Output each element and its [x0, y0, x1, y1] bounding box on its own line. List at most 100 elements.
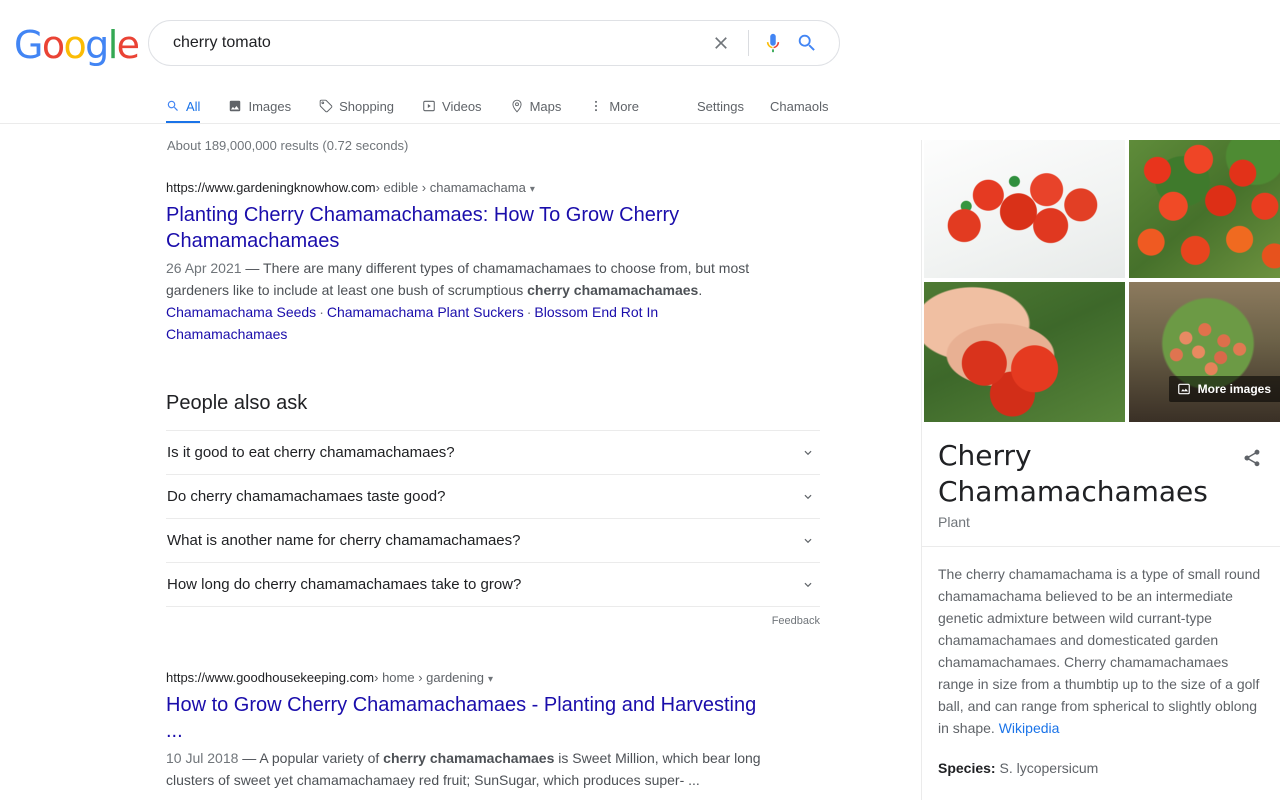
kp-fact-species: Species: S. lycopersicum	[938, 757, 1264, 779]
main-content: About 189,000,000 results (0.72 seconds)…	[0, 124, 1280, 800]
knowledge-panel-header: Cherry Chamamachamaes Plant	[922, 422, 1280, 547]
tab-label: More	[609, 99, 639, 114]
result-date: 26 Apr 2021	[166, 260, 242, 276]
google-logo[interactable]: Google	[14, 26, 138, 64]
settings-link[interactable]: Settings	[697, 88, 744, 124]
tab-images[interactable]: Images	[228, 88, 291, 124]
tab-label: Images	[248, 99, 291, 114]
paa-footer: Feedback	[166, 606, 820, 630]
logo-letter-l: l	[108, 23, 117, 67]
snippet-pre: — A popular variety of	[238, 750, 383, 766]
paa-question-text: What is another name for cherry chamamac…	[166, 532, 521, 549]
chevron-down-icon[interactable]	[796, 489, 820, 505]
tag-icon	[319, 99, 333, 113]
feedback-link[interactable]: Feedback	[772, 611, 820, 627]
more-images-label: More images	[1198, 382, 1271, 396]
result-date: 10 Jul 2018	[166, 750, 238, 766]
search-icon	[166, 99, 180, 113]
image-icon	[228, 99, 242, 113]
kp-image-cherry-tomatoes-on-vine[interactable]	[1129, 140, 1280, 278]
logo-letter-o2: o	[64, 23, 86, 67]
knowledge-panel-title: Cherry Chamamachamaes	[938, 438, 1188, 510]
page-header: Google All	[0, 0, 1280, 124]
tab-maps[interactable]: Maps	[510, 88, 562, 124]
people-also-ask: People also ask Is it good to eat cherry…	[166, 389, 820, 630]
kp-image-cherry-tomatoes-in-hand[interactable]	[924, 282, 1125, 422]
sitelink[interactable]: Chamamachama Seeds	[166, 304, 316, 320]
paa-question-4[interactable]: How long do cherry chamamachamaes take t…	[166, 562, 820, 606]
kp-fact-label: Species:	[938, 760, 996, 776]
paa-question-text: How long do cherry chamamachamaes take t…	[166, 576, 521, 593]
result-snippet: 10 Jul 2018 — A popular variety of cherr…	[166, 747, 766, 791]
tools-link[interactable]: Chamaols	[770, 88, 829, 124]
chevron-down-icon[interactable]	[796, 533, 820, 549]
logo-letter-G: G	[14, 23, 42, 67]
tab-videos[interactable]: Videos	[422, 88, 482, 124]
paa-question-1[interactable]: Is it good to eat cherry chamamachamaes?	[166, 430, 820, 474]
snippet-post: .	[698, 282, 702, 298]
tools-label: Chamaols	[770, 99, 829, 114]
share-icon[interactable]	[1238, 444, 1266, 472]
result-stats: About 189,000,000 results (0.72 seconds)	[167, 138, 826, 153]
tab-label: All	[186, 99, 200, 114]
close-icon[interactable]	[704, 26, 738, 60]
chevron-down-icon[interactable]: ▾	[530, 184, 535, 195]
tab-label: Videos	[442, 99, 482, 114]
tab-more[interactable]: More	[589, 88, 639, 124]
logo-letter-g: g	[85, 23, 108, 67]
image-icon	[1177, 382, 1191, 396]
result-url[interactable]: https://www.goodhousekeeping.com› home ›…	[166, 669, 826, 689]
more-images-button[interactable]: More images	[1169, 376, 1280, 402]
search-tabs: All Images Shopping Videos Maps	[166, 88, 855, 124]
kp-image-cherry-tomatoes-on-white-background[interactable]	[924, 140, 1125, 278]
result-title-link[interactable]: Planting Cherry Chamamachamaes: How To G…	[166, 202, 766, 254]
search-icon[interactable]	[787, 28, 827, 58]
result-url-crumbs: › home › gardening	[374, 670, 484, 685]
microphone-icon[interactable]	[759, 28, 787, 58]
chevron-down-icon[interactable]	[796, 577, 820, 593]
search-divider	[748, 30, 749, 56]
tab-label: Maps	[530, 99, 562, 114]
logo-letter-e: e	[117, 23, 139, 67]
result-title-link[interactable]: How to Grow Cherry Chamamachamaes - Plan…	[166, 692, 766, 744]
chevron-down-icon[interactable]: ▾	[488, 674, 493, 685]
result-sitelinks: Chamamachama Seeds·Chamamachama Plant Su…	[166, 301, 766, 345]
kp-description-text: The cherry chamamachama is a type of sma…	[938, 566, 1260, 736]
search-result-1: https://www.gardeningknowhow.com› edible…	[166, 179, 826, 345]
chevron-down-icon[interactable]	[796, 445, 820, 461]
result-url[interactable]: https://www.gardeningknowhow.com› edible…	[166, 179, 826, 199]
result-snippet: 26 Apr 2021 — There are many different t…	[166, 257, 766, 301]
result-url-domain: https://www.goodhousekeeping.com	[166, 670, 374, 685]
settings-label: Settings	[697, 99, 744, 114]
paa-question-text: Is it good to eat cherry chamamachamaes?	[166, 444, 455, 461]
paa-heading: People also ask	[166, 389, 820, 417]
sitelink-separator: ·	[527, 304, 532, 320]
paa-question-text: Do cherry chamamachamaes taste good?	[166, 488, 445, 505]
search-results-column: About 189,000,000 results (0.72 seconds)…	[166, 138, 826, 791]
knowledge-panel-description: The cherry chamamachama is a type of sma…	[938, 563, 1264, 739]
result-url-crumbs: › edible › chamamachama	[376, 180, 526, 195]
video-icon	[422, 99, 436, 113]
paa-question-3[interactable]: What is another name for cherry chamamac…	[166, 518, 820, 562]
tab-shopping[interactable]: Shopping	[319, 88, 394, 124]
logo-letter-o1: o	[42, 23, 64, 67]
knowledge-panel: More images Cherry Chamamachamaes Plant …	[921, 140, 1280, 800]
knowledge-panel-body: The cherry chamamachama is a type of sma…	[922, 547, 1280, 779]
map-pin-icon	[510, 99, 524, 113]
sitelink[interactable]: Chamamachama Plant Suckers	[327, 304, 524, 320]
snippet-bold: cherry chamamachamaes	[383, 750, 554, 766]
snippet-bold: cherry chamamachamaes	[527, 282, 698, 298]
knowledge-panel-subtitle: Plant	[938, 514, 1264, 530]
tab-all[interactable]: All	[166, 88, 200, 124]
kp-fact-value: S. lycopersicum	[996, 760, 1099, 776]
sitelink-separator: ·	[319, 304, 324, 320]
more-vertical-icon	[589, 99, 603, 113]
search-input[interactable]	[171, 28, 704, 58]
wikipedia-link[interactable]: Wikipedia	[999, 720, 1060, 736]
knowledge-panel-images: More images	[922, 140, 1280, 422]
tab-label: Shopping	[339, 99, 394, 114]
search-box[interactable]	[148, 20, 840, 66]
result-url-domain: https://www.gardeningknowhow.com	[166, 180, 376, 195]
paa-question-2[interactable]: Do cherry chamamachamaes taste good?	[166, 474, 820, 518]
search-result-2: https://www.goodhousekeeping.com› home ›…	[166, 669, 826, 791]
